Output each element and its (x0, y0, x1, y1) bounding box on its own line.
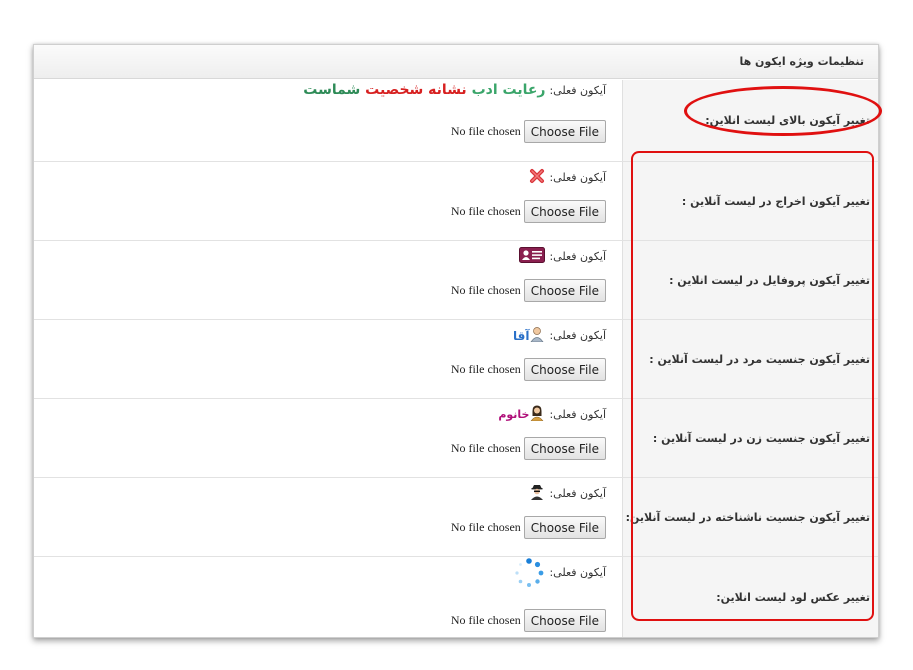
male-user-icon (529, 326, 545, 345)
current-icon: آیکون فعلی: خانوم (498, 405, 606, 424)
row-label: تغییر عکس لود لیست انلاین: (622, 557, 878, 637)
brand-image-text: رعایت ادب نشانه شخصیت شماست (303, 82, 546, 98)
female-icon-text: خانوم (498, 408, 530, 421)
no-file-text: No file chosen (450, 204, 521, 218)
current-icon-label: آیکون فعلی: (549, 83, 606, 97)
icon-settings-panel: تنظیمات ویژه ایکون ها تغییر آیکون بالای … (33, 44, 879, 638)
current-icon-label: آیکون فعلی: (549, 487, 606, 500)
no-file-text: No file chosen (450, 441, 521, 455)
file-input[interactable]: No file chosen Choose File (451, 200, 606, 223)
settings-row-kick-icon: تغییر آیکون اخراج در لیست آنلاین : آیکون… (34, 162, 878, 241)
current-icon: آیکون فعلی: (513, 558, 606, 592)
current-icon-label: آیکون فعلی: (549, 250, 606, 263)
current-icon: آیکون فعلی: (519, 247, 606, 266)
file-input[interactable]: No file chosen Choose File (451, 609, 606, 632)
current-icon: آیکون فعلی: رعایت ادب نشانه شخصیت شماست (303, 82, 606, 98)
no-file-text: No file chosen (450, 362, 521, 376)
settings-row-top-icon: تغییر آیکون بالای لیست انلاین: آیکون فعل… (34, 80, 878, 162)
file-input[interactable]: No file chosen Choose File (451, 437, 606, 460)
settings-row-loading-image: تغییر عکس لود لیست انلاین: آیکون فعلی: N… (34, 557, 878, 637)
current-icon-label: آیکون فعلی: (549, 566, 606, 579)
choose-file-button[interactable]: Choose File (523, 516, 606, 539)
settings-row-female-icon: تغییر آیکون جنسیت زن در لیست آنلاین : آی… (34, 399, 878, 478)
choose-file-button[interactable]: Choose File (523, 358, 606, 381)
file-input[interactable]: No file chosen Choose File (451, 516, 606, 539)
row-label: تغییر آیکون جنسیت مرد در لیست آنلاین : (622, 320, 878, 398)
panel-title: تنظیمات ویژه ایکون ها (34, 45, 878, 79)
red-x-icon (529, 168, 545, 187)
choose-file-button[interactable]: Choose File (523, 120, 606, 143)
current-icon: آیکون فعلی: (529, 484, 606, 503)
current-icon-label: آیکون فعلی: (549, 408, 606, 421)
settings-row-unknown-icon: تغییر آیکون جنسیت ناشناخته در لیست آنلای… (34, 478, 878, 557)
row-label: تغییر آیکون جنسیت ناشناخته در لیست آنلای… (622, 478, 878, 556)
choose-file-button[interactable]: Choose File (523, 437, 606, 460)
no-file-text: No file chosen (450, 520, 521, 534)
current-icon-label: آیکون فعلی: (549, 171, 606, 184)
unknown-user-icon (529, 484, 545, 503)
row-label: تغییر آیکون پروفایل در لیست انلاین : (622, 241, 878, 319)
female-user-icon (529, 405, 545, 424)
choose-file-button[interactable]: Choose File (523, 279, 606, 302)
no-file-text: No file chosen (450, 613, 521, 627)
file-input[interactable]: No file chosen Choose File (451, 358, 606, 381)
profile-card-icon (519, 247, 546, 266)
settings-row-profile-icon: تغییر آیکون پروفایل در لیست انلاین : آیک… (34, 241, 878, 320)
file-input[interactable]: No file chosen Choose File (451, 279, 606, 302)
row-label: تغییر آیکون جنسیت زن در لیست آنلاین : (622, 399, 878, 477)
no-file-text: No file chosen (450, 124, 521, 138)
current-icon: آیکون فعلی: آقا (510, 326, 606, 345)
row-label: تغییر آیکون اخراج در لیست آنلاین : (622, 162, 878, 240)
row-label: تغییر آیکون بالای لیست انلاین: (622, 80, 878, 161)
no-file-text: No file chosen (450, 283, 521, 297)
male-icon-text: آقا (512, 328, 530, 343)
choose-file-button[interactable]: Choose File (523, 200, 606, 223)
settings-row-male-icon: تغییر آیکون جنسیت مرد در لیست آنلاین : آ… (34, 320, 878, 399)
file-input[interactable]: No file chosen Choose File (451, 120, 606, 143)
current-icon: آیکون فعلی: (529, 168, 606, 187)
loading-spinner-icon (513, 557, 545, 592)
current-icon-label: آیکون فعلی: (549, 329, 606, 342)
choose-file-button[interactable]: Choose File (523, 609, 606, 632)
